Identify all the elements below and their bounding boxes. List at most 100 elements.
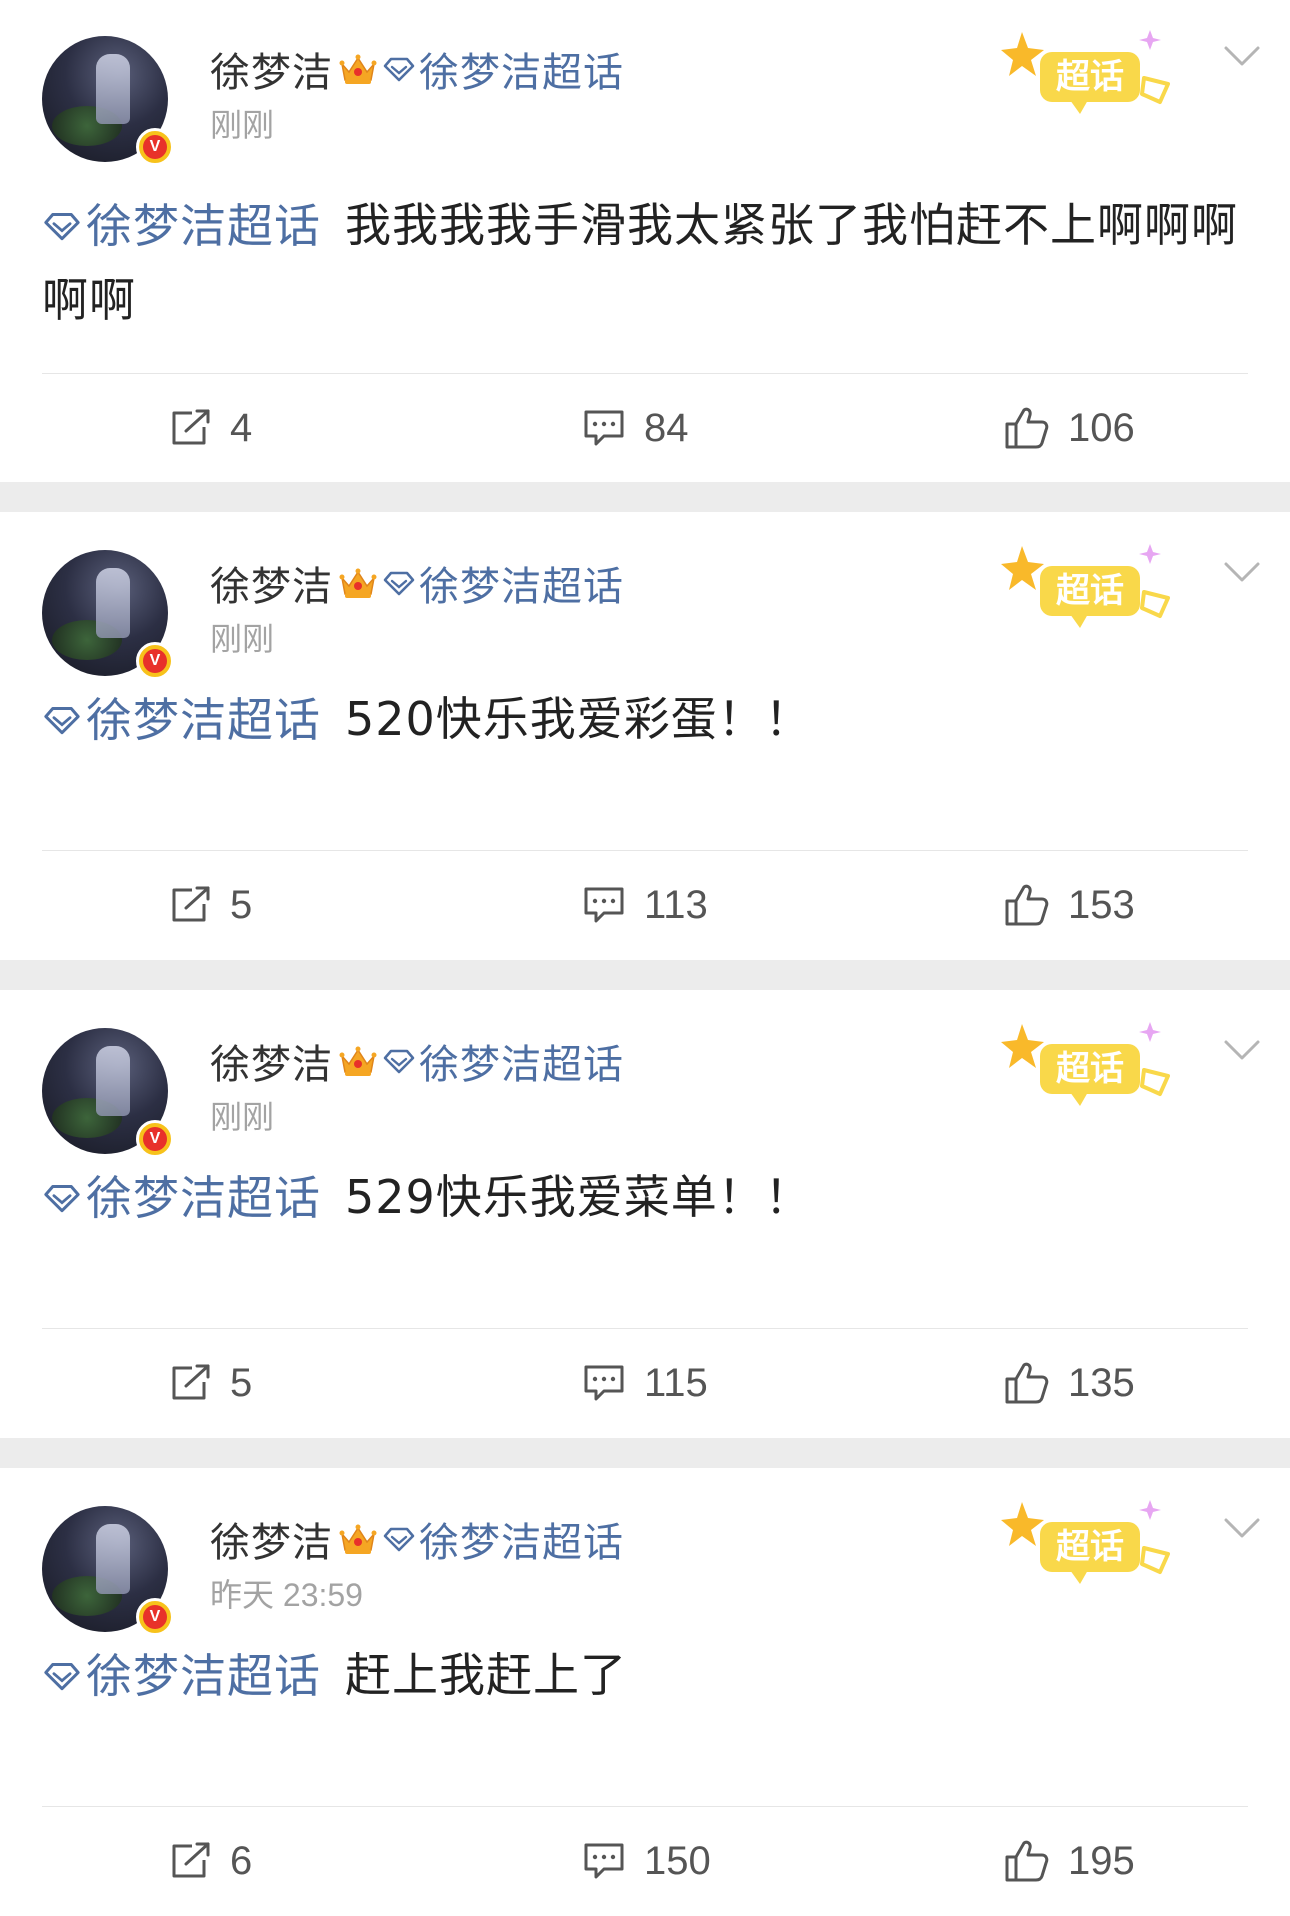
post-content: 徐梦洁超话 我我我我手滑我太紧张了我怕赶不上啊啊啊啊啊 (42, 188, 1254, 337)
verified-v-icon: V (136, 642, 174, 680)
comment-count: 113 (644, 882, 708, 927)
repost-icon (172, 409, 210, 445)
topic-link[interactable]: 徐梦洁超话 (383, 40, 624, 98)
diamond-icon (383, 1049, 415, 1074)
name-row: 徐梦洁 徐梦洁超话 (210, 556, 624, 610)
crown-icon (339, 54, 377, 84)
repost-icon (172, 1364, 210, 1400)
thumbs-up-icon (1005, 407, 1049, 449)
comment-icon (584, 1365, 624, 1401)
post-time: 昨天 23:59 (210, 1577, 363, 1613)
diamond-icon (44, 1662, 80, 1691)
verified-v-icon: V (136, 1120, 174, 1158)
like-button[interactable]: 106 (1004, 373, 1135, 482)
chevron-down-icon[interactable] (1222, 42, 1262, 70)
chevron-down-icon[interactable] (1222, 1514, 1262, 1542)
like-count: 135 (1068, 1360, 1135, 1405)
post-card[interactable]: V 徐梦洁 徐梦洁超话 刚刚 (0, 990, 1290, 1438)
content-topic-link[interactable]: 徐梦洁超话 (42, 1639, 321, 1713)
repost-icon (172, 886, 210, 922)
badge-label: 超话 (1056, 1049, 1124, 1089)
like-button[interactable]: 153 (1004, 850, 1135, 960)
comment-count: 84 (644, 405, 689, 450)
thumbs-up-icon (1005, 1840, 1049, 1882)
super-topic-badge[interactable]: 超话 (1000, 1492, 1200, 1592)
repost-count: 4 (230, 405, 253, 450)
post-content: 徐梦洁超话 529快乐我爱菜单！！ (42, 1160, 1254, 1235)
content-topic-link[interactable]: 徐梦洁超话 (42, 683, 321, 757)
crown-icon (339, 1524, 377, 1554)
super-topic-badge[interactable]: 超话 (1000, 1014, 1200, 1114)
diamond-icon (383, 571, 415, 596)
post-card[interactable]: V 徐梦洁 徐梦洁超话 刚刚 (0, 0, 1290, 482)
content-topic-label: 徐梦洁超话 (86, 199, 321, 253)
avatar[interactable]: V (42, 1506, 174, 1636)
comment-icon (584, 410, 624, 446)
thumbs-up-icon (1005, 1362, 1049, 1404)
diamond-icon (44, 212, 80, 241)
repost-button[interactable]: 4 (170, 373, 252, 482)
repost-button[interactable]: 5 (170, 850, 252, 960)
verified-v-icon: V (136, 128, 174, 166)
diamond-icon (383, 57, 415, 82)
action-bar: 4 84 106 (0, 373, 1290, 482)
repost-icon (172, 1842, 210, 1878)
crown-icon (339, 568, 377, 598)
action-bar: 5 113 153 (0, 850, 1290, 960)
content-topic-label: 徐梦洁超话 (86, 1649, 321, 1703)
like-button[interactable]: 195 (1004, 1806, 1135, 1916)
chevron-down-icon[interactable] (1222, 558, 1262, 586)
topic-link-label: 徐梦洁超话 (419, 564, 624, 610)
topic-link[interactable]: 徐梦洁超话 (383, 554, 624, 612)
topic-link-label: 徐梦洁超话 (419, 50, 624, 96)
chevron-down-icon[interactable] (1222, 1036, 1262, 1064)
author-name[interactable]: 徐梦洁 (210, 554, 333, 612)
comment-button[interactable]: 113 (582, 850, 708, 960)
comment-count: 150 (644, 1838, 711, 1883)
super-topic-badge[interactable]: 超话 (1000, 22, 1200, 122)
repost-count: 6 (230, 1838, 253, 1883)
post-content: 徐梦洁超话 520快乐我爱彩蛋！！ (42, 682, 1254, 757)
post-time: 刚刚 (210, 107, 275, 143)
badge-label: 超话 (1056, 1527, 1124, 1567)
super-topic-badge[interactable]: 超话 (1000, 536, 1200, 636)
topic-link[interactable]: 徐梦洁超话 (383, 1510, 624, 1568)
action-bar: 5 115 135 (0, 1328, 1290, 1438)
avatar[interactable]: V (42, 36, 174, 166)
author-name[interactable]: 徐梦洁 (210, 1032, 333, 1090)
like-count: 106 (1068, 405, 1135, 450)
like-button[interactable]: 135 (1004, 1328, 1135, 1438)
diamond-icon (44, 706, 80, 735)
content-topic-link[interactable]: 徐梦洁超话 (42, 189, 321, 263)
comment-button[interactable]: 150 (582, 1806, 711, 1916)
repost-count: 5 (230, 1360, 253, 1405)
action-bar: 6 150 195 (0, 1806, 1290, 1916)
post-card[interactable]: V 徐梦洁 徐梦洁超话 刚刚 (0, 512, 1290, 960)
like-count: 153 (1068, 882, 1135, 927)
post-time: 刚刚 (210, 1099, 275, 1135)
repost-count: 5 (230, 882, 253, 927)
post-text: 529快乐我爱菜单！！ (345, 1170, 812, 1224)
comment-button[interactable]: 84 (582, 373, 689, 482)
avatar[interactable]: V (42, 550, 174, 680)
author-name[interactable]: 徐梦洁 (210, 40, 333, 98)
repost-button[interactable]: 6 (170, 1806, 252, 1916)
thumbs-up-icon (1005, 884, 1049, 926)
repost-button[interactable]: 5 (170, 1328, 252, 1438)
badge-label: 超话 (1056, 57, 1124, 97)
weibo-feed: V 徐梦洁 徐梦洁超话 刚刚 超话 徐梦洁超话 我我我我手滑我太紧张了我怕赶不上… (0, 0, 1290, 1916)
comment-icon (584, 887, 624, 923)
avatar[interactable]: V (42, 1028, 174, 1158)
comment-button[interactable]: 115 (582, 1328, 708, 1438)
post-content: 徐梦洁超话 赶上我赶上了 (42, 1638, 1254, 1713)
content-topic-label: 徐梦洁超话 (86, 1171, 321, 1225)
topic-link[interactable]: 徐梦洁超话 (383, 1032, 624, 1090)
comment-count: 115 (644, 1360, 708, 1405)
comment-icon (584, 1843, 624, 1879)
author-name[interactable]: 徐梦洁 (210, 1510, 333, 1568)
post-card[interactable]: V 徐梦洁 徐梦洁超话 昨天 23:59 超话 徐梦洁超话 赶上我赶上了 6 1… (0, 1468, 1290, 1916)
content-topic-link[interactable]: 徐梦洁超话 (42, 1161, 321, 1235)
diamond-icon (383, 1527, 415, 1552)
badge-label: 超话 (1056, 571, 1124, 611)
crown-icon (339, 1046, 377, 1076)
